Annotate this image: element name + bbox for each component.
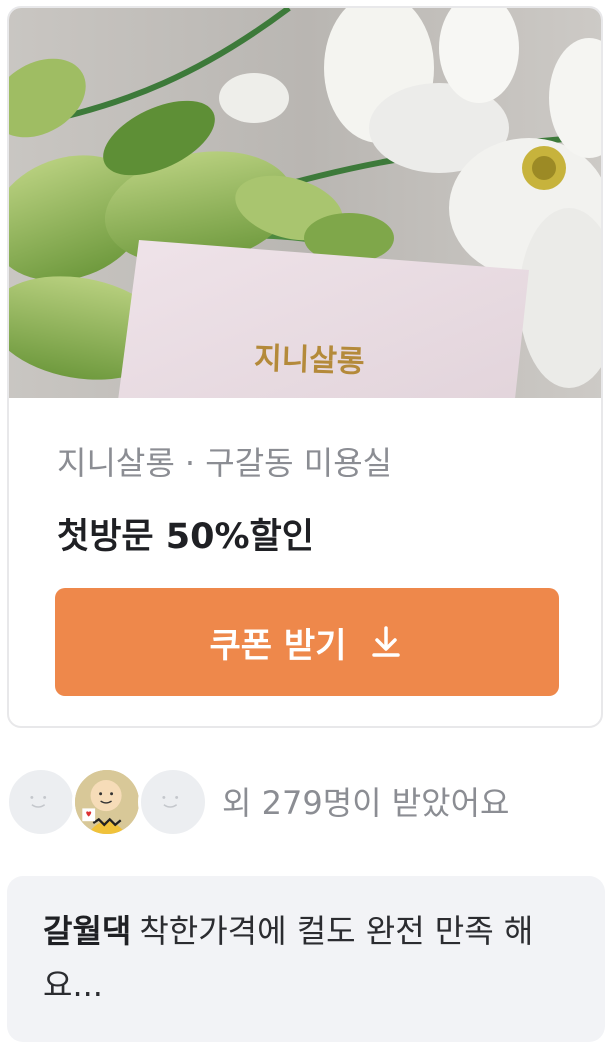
get-coupon-button[interactable]: 쿠폰 받기 — [55, 588, 559, 696]
review-snippet[interactable]: 갈월댁 착한가격에 컬도 완전 만족 해요... — [7, 876, 605, 1042]
store-meta: 지니살롱 · 구갈동 미용실 — [57, 444, 393, 482]
review-author: 갈월댁 — [43, 912, 132, 950]
recipient-count-text: 외 279명이 받았어요 — [222, 784, 510, 822]
store-photo: 지니살롱 — [9, 8, 601, 398]
cartoon-avatar — [72, 767, 142, 837]
coupon-card[interactable]: 지니살롱 지니살롱 · 구갈동 미용실 첫방문 50%할인 쿠폰 받기 — [7, 6, 603, 728]
hero-brand-text: 지니살롱 — [254, 341, 366, 380]
default-avatar — [6, 767, 76, 837]
download-icon — [372, 626, 401, 657]
get-coupon-label: 쿠폰 받기 — [209, 625, 347, 666]
default-avatar — [138, 767, 208, 837]
offer-title: 첫방문 50%할인 — [57, 517, 314, 557]
recipient-avatars — [6, 767, 226, 839]
